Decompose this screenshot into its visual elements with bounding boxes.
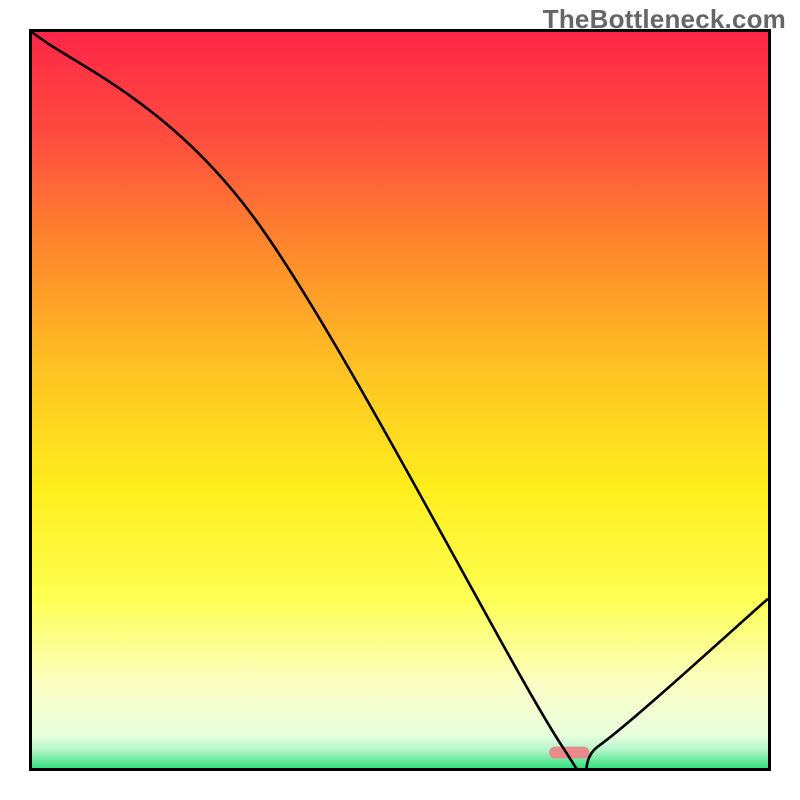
plot-svg xyxy=(32,32,768,768)
chart-wrap: TheBottleneck.com xyxy=(0,0,800,800)
plot-box xyxy=(29,29,771,771)
gradient-rect xyxy=(32,32,768,768)
